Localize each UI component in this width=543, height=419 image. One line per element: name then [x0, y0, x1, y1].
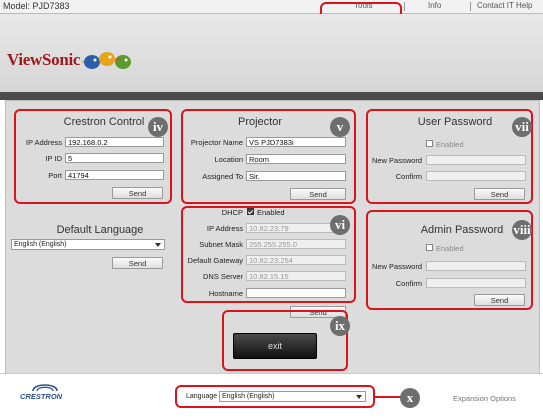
callout-badge-vii: vii	[512, 117, 532, 137]
crestron-logo-text: CRESTRON	[20, 392, 63, 401]
crestron-ip-address-input[interactable]: 192.168.0.2	[65, 137, 164, 147]
nav-divider	[470, 2, 471, 11]
dns-server-label: DNS Server	[202, 272, 243, 281]
default-gateway-input[interactable]: 10.82.23.254	[246, 255, 346, 265]
admin-confirm-password-input[interactable]	[426, 278, 526, 288]
crestron-ip-id-input[interactable]: 5	[65, 153, 164, 163]
dhcp-label: DHCP	[221, 208, 243, 217]
admin-password-enabled-label: Enabled	[436, 244, 464, 253]
dhcp-checkbox[interactable]	[247, 208, 254, 215]
model-label: Model: PJD7383	[3, 1, 70, 11]
default-language-send-button[interactable]: Send	[112, 257, 163, 269]
callout-badge-v: v	[330, 117, 350, 137]
user-password-enabled-checkbox[interactable]	[426, 140, 433, 147]
callout-badge-x: x	[400, 388, 420, 408]
user-new-password-input[interactable]	[426, 155, 526, 165]
confirm-label: Confirm	[395, 279, 422, 288]
default-gateway-label: Default Gateway	[187, 256, 243, 265]
ip-address-label: IP Address	[206, 224, 243, 233]
viewsonic-logo: ViewSonic	[7, 50, 81, 69]
crestron-logo-icon	[32, 384, 58, 392]
ip-id-label: IP ID	[45, 154, 62, 163]
subnet-mask-label: Subnet Mask	[199, 240, 243, 249]
location-label: Location	[214, 155, 243, 164]
chevron-down-icon	[155, 243, 161, 247]
dhcp-enabled-label: Enabled	[257, 208, 285, 217]
contact-it-help-link[interactable]: Contact IT Help	[477, 1, 532, 10]
assigned-to-input[interactable]: Sir.	[246, 171, 346, 181]
crestron-send-button[interactable]: Send	[112, 187, 163, 199]
birds-logo-icon	[81, 52, 131, 69]
user-password-send-button[interactable]: Send	[474, 188, 525, 200]
language-value: English (English)	[222, 393, 275, 400]
crestron-control-title: Crestron Control	[63, 116, 145, 128]
user-confirm-password-input[interactable]	[426, 171, 526, 181]
new-password-label: New Password	[371, 262, 422, 271]
assigned-to-label: Assigned To	[202, 172, 243, 181]
admin-new-password-input[interactable]	[426, 261, 526, 271]
callout-badge-iv: iv	[148, 117, 168, 137]
hostname-label: Hostname	[208, 289, 243, 298]
projector-name-label: Projector Name	[190, 138, 243, 147]
subnet-mask-input[interactable]: 255.255.255.0	[246, 239, 346, 249]
callout-badge-ix: ix	[330, 316, 350, 336]
callout-badge-viii: viii	[512, 220, 532, 240]
projector-send-button[interactable]: Send	[290, 188, 346, 200]
confirm-label: Confirm	[395, 172, 422, 181]
new-password-label: New Password	[371, 156, 422, 165]
nav-divider	[404, 2, 405, 11]
default-language-value: English (English)	[14, 241, 67, 248]
top-bar: Model: PJD7383 Tools Info Contact IT Hel…	[0, 0, 543, 14]
expansion-options-link[interactable]: Expansion Options	[453, 394, 516, 403]
default-language-select[interactable]: English (English)	[11, 239, 165, 250]
user-password-enabled-label: Enabled	[436, 140, 464, 149]
exit-button[interactable]: exit	[233, 333, 317, 359]
header-divider	[0, 92, 543, 100]
admin-password-enabled-checkbox[interactable]	[426, 244, 433, 251]
projector-name-input[interactable]: VS PJD7383i	[246, 137, 346, 147]
admin-password-send-button[interactable]: Send	[474, 294, 525, 306]
location-input[interactable]: Room	[246, 154, 346, 164]
user-password-title: User Password	[417, 116, 493, 128]
hostname-input[interactable]	[246, 288, 346, 298]
info-link[interactable]: Info	[428, 1, 441, 10]
dns-server-input[interactable]: 10.82.15.15	[246, 271, 346, 281]
projector-title: Projector	[237, 116, 283, 128]
default-language-title: Default Language	[56, 224, 144, 236]
chevron-down-icon	[356, 395, 362, 399]
admin-password-title: Admin Password	[420, 224, 504, 236]
ip-address-label: IP Address	[25, 138, 62, 147]
language-select[interactable]: English (English)	[219, 391, 366, 402]
port-label: Port	[48, 171, 62, 180]
callout-badge-vi: vi	[330, 215, 350, 235]
crestron-port-input[interactable]: 41794	[65, 170, 164, 180]
callout-connector	[375, 396, 401, 398]
language-label: Language	[186, 393, 218, 400]
